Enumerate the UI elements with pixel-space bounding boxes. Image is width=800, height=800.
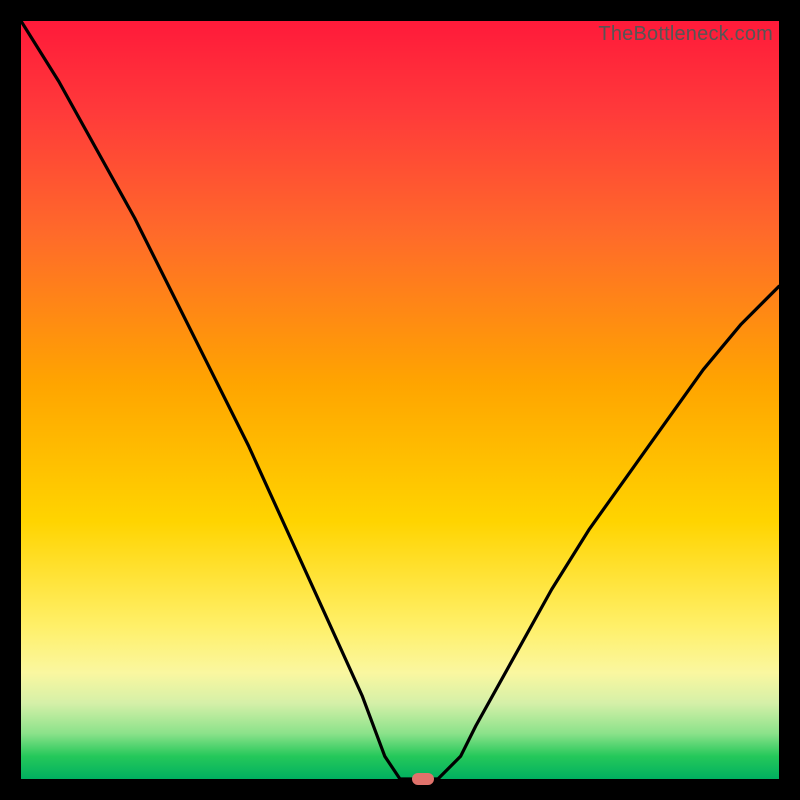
plot-area: TheBottleneck.com: [21, 21, 779, 779]
curve-path: [21, 21, 779, 779]
chart-frame: TheBottleneck.com: [0, 0, 800, 800]
optimum-marker: [412, 773, 434, 785]
bottleneck-curve: [21, 21, 779, 779]
